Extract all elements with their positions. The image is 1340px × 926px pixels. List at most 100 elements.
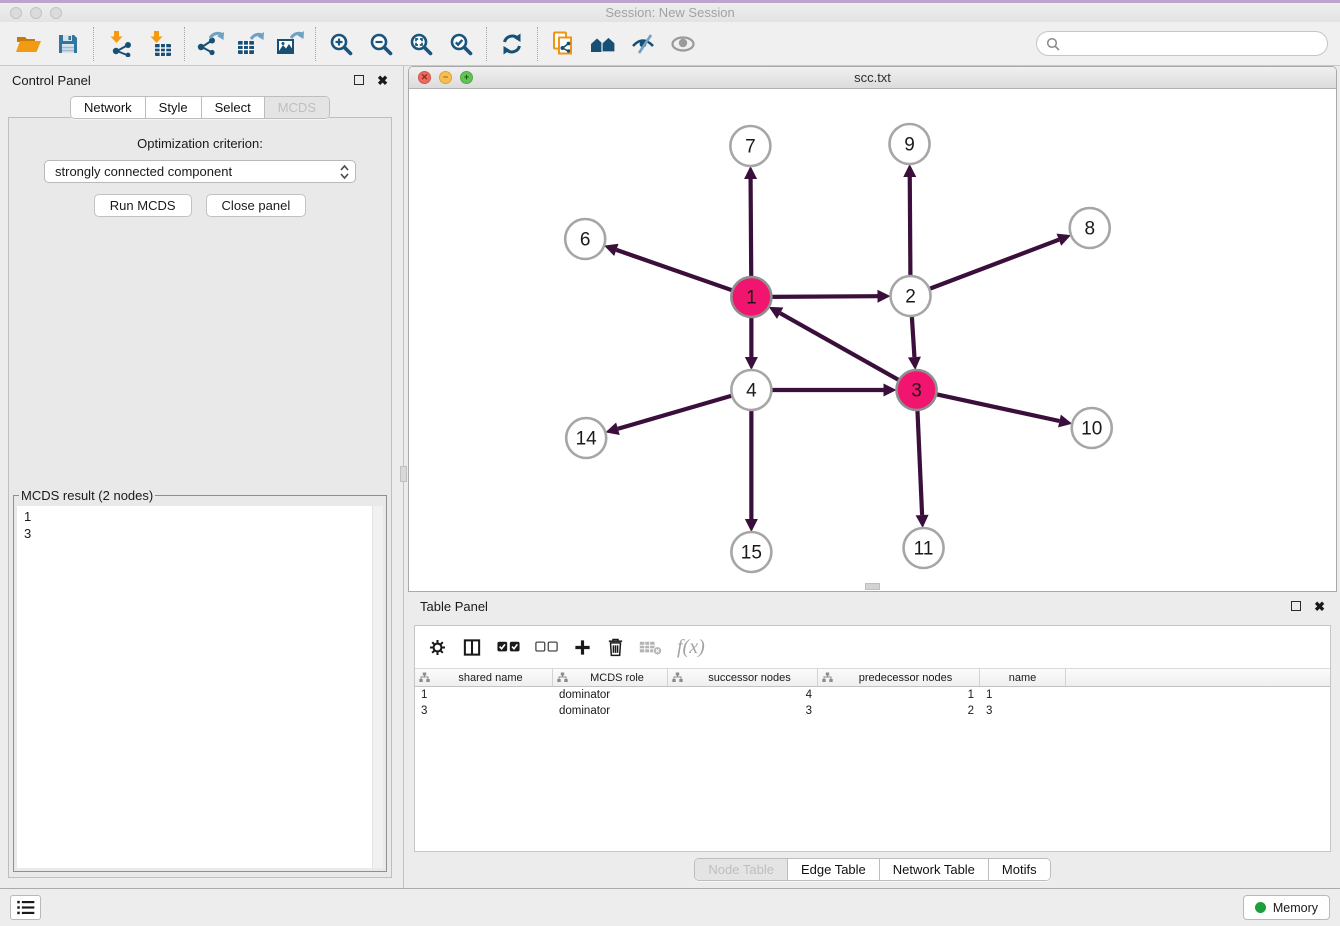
- table-settings-button[interactable]: [428, 638, 447, 657]
- select-all-button[interactable]: [497, 641, 520, 653]
- delete-table-button-disabled[interactable]: [639, 639, 662, 656]
- zoom-fit-button[interactable]: [401, 26, 441, 62]
- graph-node-label: 3: [911, 381, 922, 402]
- show-hide-graphics-button[interactable]: [623, 26, 663, 62]
- network-canvas[interactable]: 7968124314101511: [409, 89, 1336, 591]
- tab-network-table[interactable]: Network Table: [880, 859, 989, 880]
- import-network-button[interactable]: [99, 26, 139, 62]
- zoom-out-button[interactable]: [361, 26, 401, 62]
- close-table-panel-icon[interactable]: ✖: [1314, 600, 1325, 613]
- tab-motifs[interactable]: Motifs: [989, 859, 1050, 880]
- export-network-button[interactable]: [190, 26, 230, 62]
- network-zoom-button[interactable]: +: [460, 71, 473, 84]
- tab-select[interactable]: Select: [202, 97, 265, 118]
- first-neighbors-button[interactable]: [583, 26, 623, 62]
- column-header-shared-name[interactable]: shared name: [415, 669, 553, 686]
- zoom-in-button[interactable]: [321, 26, 361, 62]
- close-window-button[interactable]: [10, 7, 22, 19]
- minimize-window-button[interactable]: [30, 7, 42, 19]
- import-table-button[interactable]: [139, 26, 179, 62]
- trash-icon: [607, 637, 624, 657]
- apply-layout-button[interactable]: [492, 26, 532, 62]
- cell-name: 3: [980, 705, 1066, 717]
- search-field[interactable]: [1036, 31, 1328, 56]
- add-column-button[interactable]: [573, 638, 592, 657]
- columns-icon: [462, 638, 482, 657]
- memory-button[interactable]: Memory: [1243, 895, 1330, 920]
- tab-network[interactable]: Network: [71, 97, 146, 118]
- network-minimize-button[interactable]: −: [439, 71, 452, 84]
- close-panel-button[interactable]: Close panel: [206, 194, 307, 217]
- cell-shared-name: 3: [415, 705, 553, 717]
- graph-edge-2-3[interactable]: [912, 314, 915, 357]
- mcds-result-textarea[interactable]: 1 3: [17, 506, 383, 868]
- refresh-icon: [499, 31, 525, 57]
- float-table-panel-icon[interactable]: [1291, 601, 1301, 611]
- delete-columns-button[interactable]: [607, 637, 624, 657]
- export-image-icon: [276, 31, 304, 57]
- graph-edge-4-14[interactable]: [618, 395, 734, 429]
- mcds-tab-content: Optimization criterion: strongly connect…: [8, 117, 392, 878]
- graph-edge-3-10[interactable]: [934, 394, 1059, 421]
- optimization-criterion-label: Optimization criterion:: [9, 136, 391, 151]
- network-close-button[interactable]: ✕: [418, 71, 431, 84]
- import-network-icon: [106, 30, 133, 57]
- export-table-button[interactable]: [230, 26, 270, 62]
- main-toolbar: [0, 22, 1340, 66]
- tab-edge-table[interactable]: Edge Table: [788, 859, 880, 880]
- deselect-all-button[interactable]: [535, 641, 558, 653]
- tab-style[interactable]: Style: [146, 97, 202, 118]
- graph-edge-1-7[interactable]: [751, 179, 752, 279]
- tab-mcds[interactable]: MCDS: [265, 97, 329, 118]
- graph-edge-1-2[interactable]: [769, 296, 877, 297]
- cell-predecessor-nodes: 2: [818, 705, 980, 717]
- table-row[interactable]: 1 dominator 4 1 1: [415, 687, 1330, 703]
- bird-eye-view-button[interactable]: [663, 26, 703, 62]
- export-image-button[interactable]: [270, 26, 310, 62]
- zoom-selected-icon: [448, 31, 474, 57]
- search-input[interactable]: [1065, 37, 1318, 51]
- column-header-mcds-role[interactable]: MCDS role: [553, 669, 668, 686]
- table-panel-header: Table Panel ✖: [408, 592, 1337, 620]
- run-mcds-button[interactable]: Run MCDS: [94, 194, 192, 217]
- canvas-resize-grip[interactable]: [865, 583, 880, 590]
- panel-menu-button[interactable]: [10, 895, 41, 920]
- column-header-name[interactable]: name: [980, 669, 1066, 686]
- panel-splitter[interactable]: [400, 66, 408, 888]
- clone-network-icon: [550, 31, 577, 57]
- save-session-button[interactable]: [48, 26, 88, 62]
- table-panel-title: Table Panel: [420, 599, 488, 614]
- function-builder-button-disabled[interactable]: f(x): [677, 636, 705, 659]
- optimization-criterion-value: strongly connected component: [55, 164, 340, 179]
- zoom-window-button[interactable]: [50, 7, 62, 19]
- zoom-selected-button[interactable]: [441, 26, 481, 62]
- toolbar-separator: [486, 27, 487, 61]
- open-session-button[interactable]: [8, 26, 48, 62]
- network-graph-svg: 7968124314101511: [409, 89, 1336, 591]
- result-line: 3: [24, 525, 381, 542]
- export-network-icon: [196, 31, 224, 57]
- column-header-predecessor-nodes[interactable]: predecessor nodes: [818, 669, 980, 686]
- org-chart-icon: [672, 672, 683, 683]
- clone-network-button[interactable]: [543, 26, 583, 62]
- column-header-successor-nodes[interactable]: successor nodes: [668, 669, 818, 686]
- zoom-in-icon: [328, 31, 354, 57]
- graph-node-label: 7: [745, 137, 756, 158]
- show-columns-button[interactable]: [462, 638, 482, 657]
- tab-node-table[interactable]: Node Table: [695, 859, 788, 880]
- table-row[interactable]: 3 dominator 3 2 3: [415, 703, 1330, 719]
- splitter-grip[interactable]: [400, 466, 407, 482]
- graph-edge-2-8[interactable]: [927, 240, 1058, 290]
- window-controls-inactive[interactable]: [10, 7, 62, 19]
- cell-successor-nodes: 4: [668, 689, 818, 701]
- graph-edge-3-11[interactable]: [917, 408, 922, 515]
- optimization-criterion-select[interactable]: strongly connected component: [44, 160, 356, 183]
- graph-edge-1-6[interactable]: [616, 250, 734, 291]
- close-panel-icon[interactable]: ✖: [377, 74, 388, 87]
- result-scrollbar[interactable]: [372, 506, 383, 868]
- result-line: 1: [24, 508, 381, 525]
- graph-edge-2-9[interactable]: [910, 177, 911, 278]
- float-panel-icon[interactable]: [354, 75, 364, 85]
- open-folder-icon: [15, 32, 42, 56]
- graph-edge-3-1[interactable]: [780, 313, 901, 381]
